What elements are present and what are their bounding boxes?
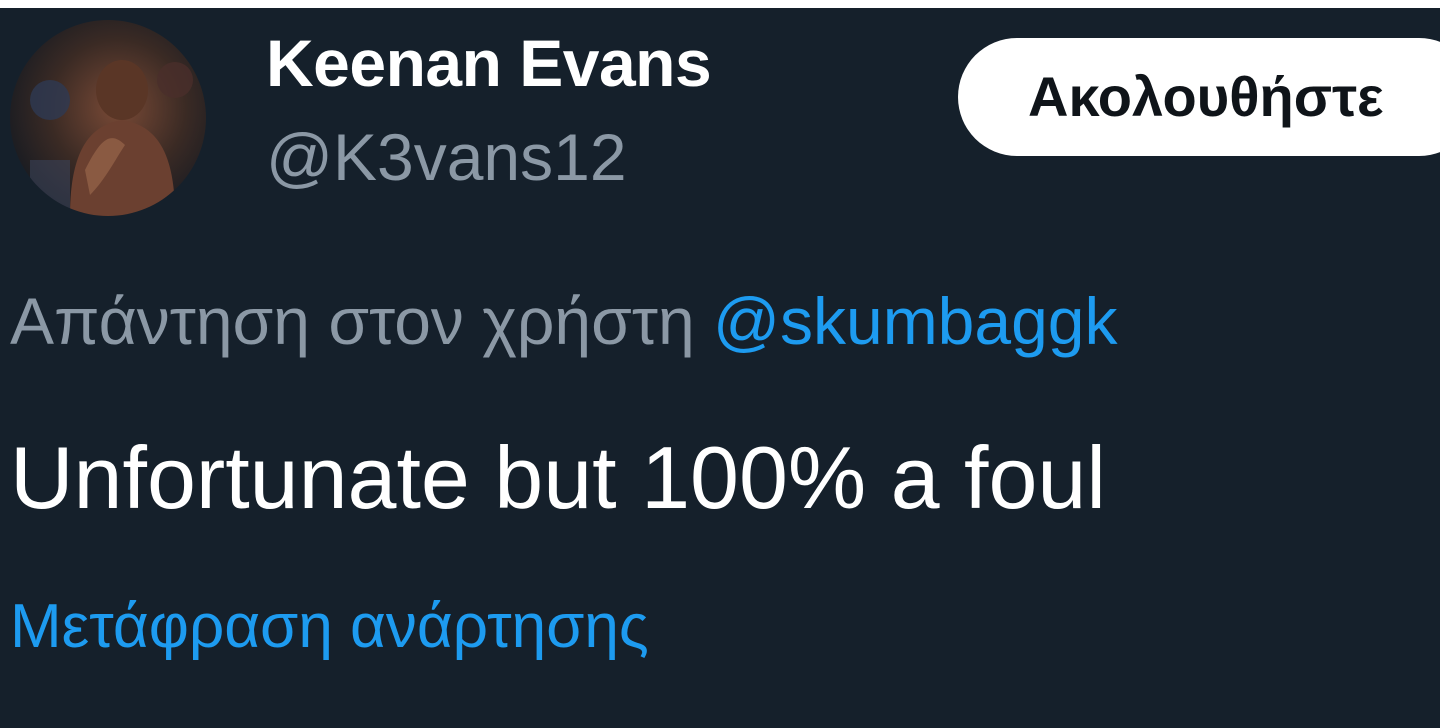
translate-post-link[interactable]: Μετάφραση ανάρτησης: [10, 596, 649, 658]
reply-context: Απάντηση στον χρήστη @skumbaggk: [10, 288, 1118, 354]
author-name[interactable]: Keenan Evans: [266, 30, 712, 96]
author-handle[interactable]: @K3vans12: [266, 124, 627, 190]
tweet-card: Keenan Evans @K3vans12 Ακολουθήστε Απάντ…: [0, 8, 1440, 728]
reply-prefix: Απάντηση στον χρήστη: [10, 284, 695, 358]
follow-button[interactable]: Ακολουθήστε: [958, 38, 1440, 156]
reply-mention-link[interactable]: @skumbaggk: [713, 284, 1118, 358]
avatar-photo-icon: [30, 60, 193, 216]
tweet-text: Unfortunate but 100% a foul: [10, 428, 1106, 527]
avatar[interactable]: [10, 20, 206, 216]
